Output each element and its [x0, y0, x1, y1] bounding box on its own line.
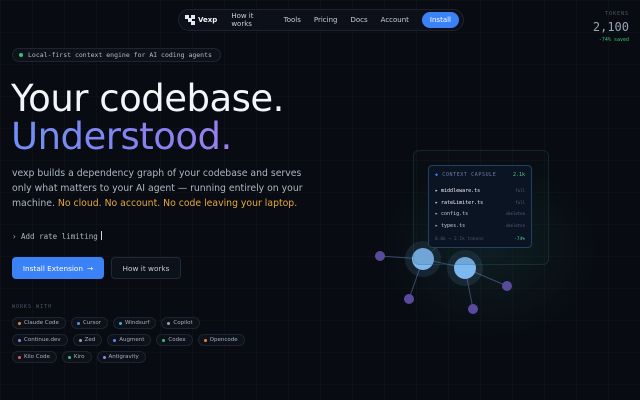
capsule-header: ◆ CONTEXT CAPSULE 2.1k [435, 172, 525, 178]
capsule-file-row: ▸ config.ts skeleton [435, 211, 525, 217]
capsule-footer-saved: -74% [514, 237, 525, 242]
capsule-file-mode: full [515, 199, 525, 205]
capsule-file-mode: skeleton [505, 222, 525, 228]
capsule-file-mode: full [515, 188, 525, 193]
context-capsule-card: ◆ CONTEXT CAPSULE 2.1k ▸ middleware.ts fu… [428, 165, 532, 248]
graph-node [502, 281, 512, 291]
capsule-file-row: ▸ rateLimiter.ts full [435, 200, 525, 206]
graph-node [468, 304, 478, 314]
capsule-file-name: ▸ rateLimiter.ts [435, 199, 484, 206]
capsule-file-mode: skeleton [505, 211, 525, 216]
capsule-file-row: ▸ types.ts skeleton [435, 223, 525, 229]
capsule-count: 2.1k [512, 172, 525, 178]
capsule-file-name: ▸ config.ts [435, 211, 469, 217]
capsule-footer-tokens: 8.0k → 2.1k tokens [435, 237, 484, 242]
capsule-title: ◆ CONTEXT CAPSULE [435, 172, 497, 178]
capsule-file-row: ▸ middleware.ts full [435, 188, 525, 194]
graph-node [404, 294, 414, 304]
capsule-file-name: ▸ types.ts [435, 222, 466, 229]
diamond-icon: ◆ [435, 172, 439, 178]
capsule-footer: 8.0k → 2.1k tokens -74% [435, 237, 525, 242]
capsule-file-name: ▸ middleware.ts [435, 188, 481, 194]
graph-node [375, 251, 385, 261]
